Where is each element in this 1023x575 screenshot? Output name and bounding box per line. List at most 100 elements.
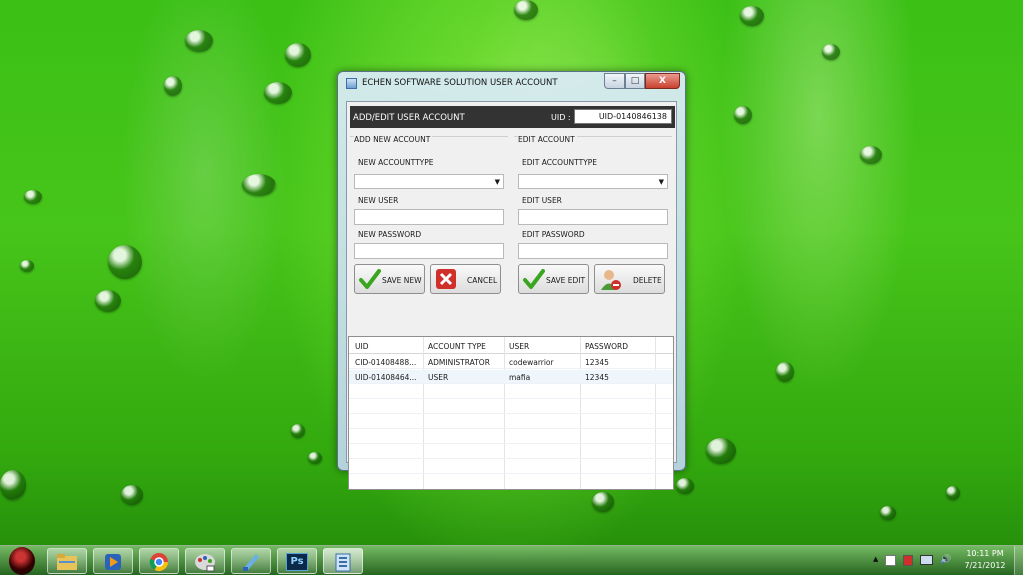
checkmark-icon [523, 269, 545, 289]
water-drop [264, 82, 292, 104]
water-drop [185, 30, 213, 52]
water-drop [20, 260, 34, 272]
water-drop [24, 190, 42, 204]
form-header: ADD/EDIT USER ACCOUNT UID : UID-01408461… [350, 106, 675, 128]
water-drop [291, 424, 305, 438]
water-drop [108, 245, 142, 279]
empty-row [349, 460, 673, 474]
new-user-input[interactable] [354, 209, 504, 225]
cell-account-type: USER [428, 373, 449, 382]
new-password-input[interactable] [354, 243, 504, 259]
chrome-taskbar-button[interactable] [139, 548, 179, 574]
empty-row [349, 385, 673, 399]
empty-row [349, 400, 673, 414]
form-title: ADD/EDIT USER ACCOUNT [353, 113, 465, 123]
network-icon[interactable] [920, 555, 933, 565]
minimize-button[interactable]: – [604, 73, 625, 89]
action-center-flag-icon[interactable] [885, 555, 896, 566]
water-drop [946, 486, 960, 500]
power-icon[interactable] [903, 555, 913, 566]
uid-field[interactable]: UID-0140846138 [574, 109, 672, 124]
column-header-password[interactable]: PASSWORD [585, 342, 628, 351]
water-drop [285, 43, 311, 67]
edit-user-input[interactable] [518, 209, 668, 225]
explorer-taskbar-button[interactable] [47, 548, 87, 574]
cell-password: 12345 [585, 373, 609, 382]
save-new-button[interactable]: SAVE NEW [354, 264, 425, 294]
folder-icon [57, 554, 77, 570]
water-drop [0, 470, 26, 500]
show-desktop-button[interactable] [1014, 546, 1023, 575]
accounts-table[interactable]: UID ACCOUNT TYPE USER PASSWORD CID-01408… [348, 336, 674, 490]
notepad-taskbar-button[interactable] [231, 548, 271, 574]
save-new-label: SAVE NEW [382, 276, 422, 285]
clock-time: 10:11 PM [966, 549, 1004, 558]
uid-label: UID : [551, 113, 571, 122]
empty-row [349, 430, 673, 444]
table-header: UID ACCOUNT TYPE USER PASSWORD [349, 337, 673, 354]
column-header-uid[interactable]: UID [355, 342, 368, 351]
maximize-button[interactable]: □ [625, 73, 645, 89]
app-icon [346, 78, 357, 89]
tray-expand-icon[interactable]: ▲ [873, 555, 878, 563]
water-drop [592, 492, 614, 512]
water-drop [514, 0, 538, 20]
water-drop [822, 44, 840, 60]
new-password-label: NEW PASSWORD [358, 230, 422, 239]
water-drop [706, 438, 736, 464]
cancel-label: CANCEL [467, 276, 498, 285]
cell-password: 12345 [585, 358, 609, 367]
cell-account-type: ADMINISTRATOR [428, 358, 490, 367]
start-button[interactable] [9, 547, 35, 575]
water-drop [860, 146, 882, 164]
water-drop [164, 76, 182, 96]
cell-user: mafia [509, 373, 531, 382]
column-header-user[interactable]: USER [509, 342, 529, 351]
window-title: ECHEN SOFTWARE SOLUTION USER ACCOUNT [362, 78, 558, 88]
table-row[interactable]: CID-01408488... ADMINISTRATOR codewarrio… [349, 355, 673, 369]
water-drop [242, 174, 276, 196]
edit-account-group-label: EDIT ACCOUNT [518, 135, 577, 144]
cancel-button[interactable]: CANCEL [430, 264, 501, 294]
cell-uid: UID-01408464... [355, 373, 417, 382]
media-player-taskbar-button[interactable] [93, 548, 133, 574]
new-accounttype-select[interactable]: ▼ [354, 174, 504, 189]
new-accounttype-label: NEW ACCOUNTTYPE [358, 158, 434, 167]
user-account-window: ECHEN SOFTWARE SOLUTION USER ACCOUNT – □… [337, 71, 686, 490]
edit-accounttype-select[interactable]: ▼ [518, 174, 668, 189]
add-account-group-label: ADD NEW ACCOUNT [354, 135, 433, 144]
user-account-app-taskbar-button[interactable] [323, 548, 363, 574]
delete-button[interactable]: DELETE [594, 264, 665, 294]
chevron-down-icon: ▼ [494, 178, 500, 186]
delete-label: DELETE [633, 276, 662, 285]
water-drop [95, 290, 121, 312]
column-header-account-type[interactable]: ACCOUNT TYPE [428, 342, 486, 351]
edit-user-label: EDIT USER [522, 196, 562, 205]
paint-icon [195, 554, 215, 572]
paint-taskbar-button[interactable] [185, 548, 225, 574]
edit-password-input[interactable] [518, 243, 668, 259]
clock[interactable]: 10:11 PM 7/21/2012 [962, 548, 1008, 572]
save-edit-button[interactable]: SAVE EDIT [518, 264, 589, 294]
photoshop-taskbar-button[interactable]: Ps [277, 548, 317, 574]
add-account-group: ADD NEW ACCOUNT NEW ACCOUNTTYPE ▼ NEW US… [350, 135, 508, 298]
taskbar: Ps ▲ 🔊 10:11 PM 7/21/2012 [0, 545, 1023, 575]
window-client-area: ADD/EDIT USER ACCOUNT UID : UID-01408461… [346, 101, 677, 490]
water-drop [776, 362, 794, 382]
media-player-icon [105, 554, 121, 570]
app-icon [335, 553, 351, 572]
empty-row [349, 415, 673, 429]
notepad-icon [243, 554, 259, 571]
cancel-x-icon [436, 269, 456, 289]
edit-password-label: EDIT PASSWORD [522, 230, 585, 239]
volume-icon[interactable]: 🔊 [940, 555, 951, 565]
checkmark-icon [359, 269, 381, 289]
table-row[interactable]: UID-01408464... USER mafia 12345 [349, 370, 673, 384]
photoshop-icon: Ps [286, 553, 308, 571]
chrome-icon [149, 553, 168, 572]
close-button[interactable]: X [645, 73, 680, 89]
cell-uid: CID-01408488... [355, 358, 417, 367]
new-user-label: NEW USER [358, 196, 399, 205]
chevron-down-icon: ▼ [658, 178, 664, 186]
water-drop [880, 506, 896, 520]
